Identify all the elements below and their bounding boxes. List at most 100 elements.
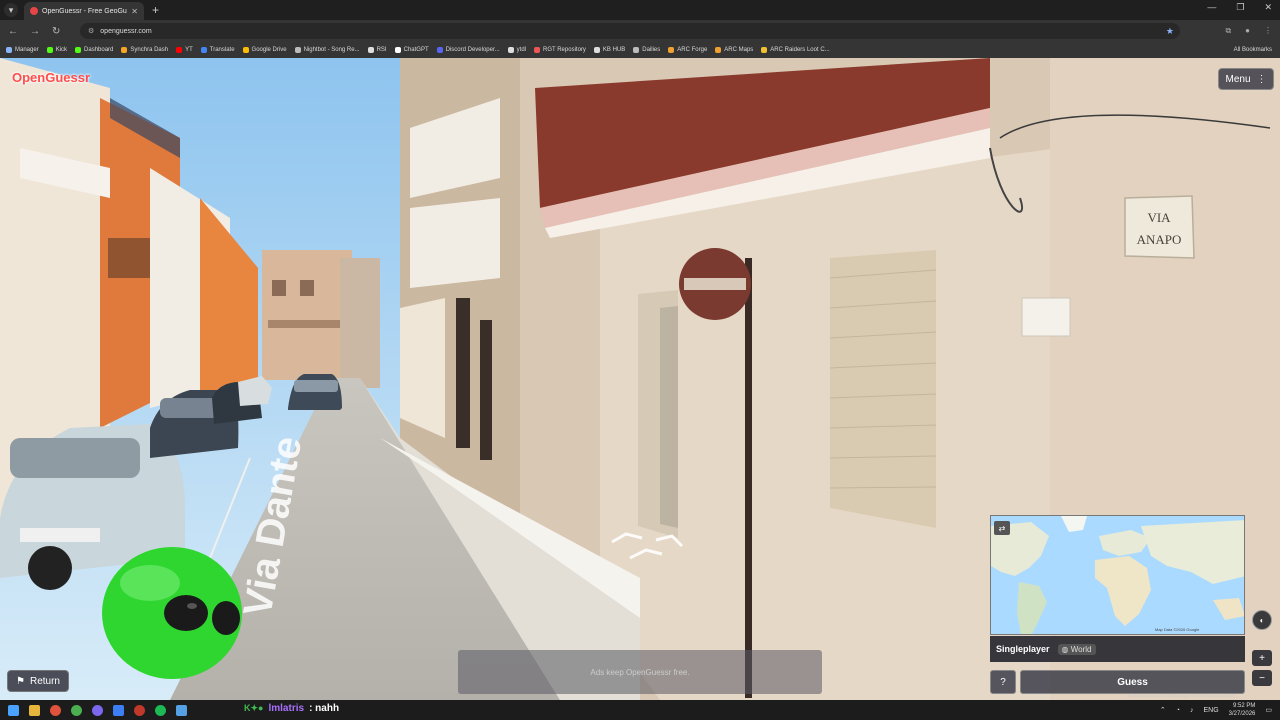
bookmark-label: YT xyxy=(185,47,193,53)
guess-controls: ? Guess xyxy=(990,670,1245,694)
bookmark-favicon-icon xyxy=(593,47,600,53)
ad-text: Ads keep OpenGuessr free. xyxy=(590,667,690,677)
bookmark-item[interactable]: Dailies xyxy=(633,47,660,53)
address-url: openguessr.com xyxy=(100,27,152,35)
chat-username: lmlatris xyxy=(268,703,305,714)
map-attribution: Map Data ©2026 Google xyxy=(1155,627,1200,632)
app-icon-3[interactable] xyxy=(113,704,124,716)
bookmark-item[interactable]: ARC Raiders Loot C... xyxy=(761,47,830,53)
minimize-icon[interactable]: — xyxy=(1207,2,1216,13)
return-label: Return xyxy=(29,675,60,687)
more-options-icon[interactable]: ⋮ xyxy=(1264,26,1272,36)
file-explorer-icon[interactable] xyxy=(29,704,40,716)
bookmark-label: Translate xyxy=(209,47,235,53)
zoom-in-icon[interactable]: + xyxy=(1252,650,1272,666)
new-tab-icon[interactable]: + xyxy=(152,3,159,17)
app-icon-4[interactable] xyxy=(134,704,145,716)
close-tab-icon[interactable]: ✕ xyxy=(131,7,138,16)
map-name: World xyxy=(1070,644,1092,654)
bookmark-item[interactable]: Synchra Dash xyxy=(121,47,168,53)
return-button[interactable]: ⚑ Return xyxy=(7,670,69,692)
guess-minimap[interactable] xyxy=(990,515,1245,635)
bookmark-item[interactable]: ChatGPT xyxy=(394,47,429,53)
bookmark-star-icon[interactable]: ★ xyxy=(1166,26,1174,37)
help-label: ? xyxy=(1000,676,1006,688)
maximize-icon[interactable]: ❐ xyxy=(1236,2,1244,13)
bookmark-item[interactable]: KB HUB xyxy=(593,47,625,53)
openguessr-logo[interactable]: OpenGuessr xyxy=(12,70,90,85)
bookmark-favicon-icon xyxy=(367,47,374,53)
bookmark-favicon-icon xyxy=(200,47,207,53)
clock[interactable]: 9:52 PM 3/27/2026 xyxy=(1229,702,1256,718)
bookmark-item[interactable]: Discord Developer... xyxy=(436,47,500,53)
guess-button[interactable]: Guess xyxy=(1020,670,1245,694)
street-plaque-line1: VIA xyxy=(1147,210,1171,225)
bookmark-favicon-icon xyxy=(176,47,183,53)
bookmark-item[interactable]: Google Drive xyxy=(242,47,287,53)
menu-button[interactable]: Menu ⋮ xyxy=(1218,68,1274,90)
bookmark-favicon-icon xyxy=(6,47,12,53)
back-icon[interactable]: ← xyxy=(8,26,18,37)
tab-search-icon[interactable]: ▾ xyxy=(4,3,18,17)
volume-icon[interactable]: ♪ xyxy=(1190,707,1194,714)
bookmark-item[interactable]: Kick xyxy=(46,47,67,53)
close-window-icon[interactable]: ✕ xyxy=(1264,2,1272,13)
openguessr-favicon-icon xyxy=(30,7,38,15)
bookmark-favicon-icon xyxy=(715,47,722,53)
bookmark-label: Dailies xyxy=(642,47,661,53)
bookmark-label: ARC Raiders Loot C... xyxy=(770,47,830,53)
bookmarks-bar: Manager Kick Dashboard Synchra Dash YT Transl… xyxy=(0,42,1280,58)
expand-map-icon[interactable]: ⇄ xyxy=(994,521,1010,535)
bookmark-item[interactable]: Dashboard xyxy=(75,47,113,53)
taskbar xyxy=(0,700,1280,720)
bookmark-label: ytdl xyxy=(516,47,526,53)
forward-icon[interactable]: → xyxy=(30,26,40,37)
address-bar[interactable]: ⚙ openguessr.com ★ xyxy=(80,23,1180,39)
chat-message: K✦● lmlatris : nahh xyxy=(244,703,339,714)
bookmark-item[interactable]: Manager xyxy=(6,47,39,53)
app-icon-2[interactable] xyxy=(92,704,103,716)
map-name-badge[interactable]: ◍ World xyxy=(1057,643,1096,655)
reload-icon[interactable]: ↻ xyxy=(52,26,60,37)
help-button[interactable]: ? xyxy=(990,670,1016,694)
bookmark-item[interactable]: ytdl xyxy=(507,47,526,53)
alien-avatar xyxy=(102,547,242,679)
bookmark-item[interactable]: ARC Maps xyxy=(715,47,753,53)
bookmark-label: RSI xyxy=(376,47,387,53)
windows-start-icon[interactable] xyxy=(8,704,19,716)
wifi-icon[interactable]: ◔ xyxy=(1176,707,1180,714)
tab-openguessr[interactable]: OpenGuessr - Free GeoGuessr ✕ xyxy=(24,2,144,20)
zoom-out-icon[interactable]: − xyxy=(1252,670,1272,686)
language-indicator[interactable]: ENG xyxy=(1204,707,1219,714)
bookmark-item[interactable]: RGT Repository xyxy=(534,47,586,53)
profile-icon[interactable]: ● xyxy=(1245,26,1250,36)
chat-badges-icon: K✦● xyxy=(244,703,264,713)
system-tray: ⌃ ◔ ♪ ENG 9:52 PM 3/27/2026 ▭ xyxy=(1160,702,1272,718)
browser-tab-strip: ▾ OpenGuessr - Free GeoGuessr ✕ + — ❐ ✕ xyxy=(0,0,1280,20)
site-info-icon[interactable]: ⚙ xyxy=(88,27,94,35)
kebab-menu-icon: ⋮ xyxy=(1256,73,1267,85)
bookmark-label: Synchra Dash xyxy=(130,47,169,53)
bookmark-item[interactable]: YT xyxy=(176,47,193,53)
bookmark-favicon-icon xyxy=(668,47,675,53)
bookmark-item[interactable]: Nightbot - Song Re... xyxy=(294,47,360,53)
globe-icon: ◍ xyxy=(1061,644,1069,654)
bookmark-item[interactable]: Translate xyxy=(200,47,235,53)
bookmark-favicon-icon xyxy=(121,47,128,53)
all-bookmarks[interactable]: All Bookmarks xyxy=(1234,47,1272,53)
compass-icon[interactable]: ◐ xyxy=(1252,610,1272,630)
world-map xyxy=(991,516,1244,634)
bookmark-item[interactable]: ARC Forge xyxy=(668,47,707,53)
notification-icon[interactable]: ▭ xyxy=(1265,706,1272,714)
tray-chevron-icon[interactable]: ⌃ xyxy=(1160,706,1166,714)
bookmark-favicon-icon xyxy=(436,47,443,53)
app-icon-1[interactable] xyxy=(50,704,61,716)
mode-label: Singleplayer xyxy=(996,644,1050,654)
bookmark-item[interactable]: RSI xyxy=(367,47,387,53)
bookmark-label: Nightbot - Song Re... xyxy=(303,47,360,53)
window-controls: — ❐ ✕ xyxy=(1207,2,1272,13)
chrome-icon[interactable] xyxy=(71,704,82,716)
app-icon-5[interactable] xyxy=(176,704,187,716)
extensions-icon[interactable]: ⧉ xyxy=(1225,26,1231,36)
spotify-icon[interactable] xyxy=(155,704,166,716)
